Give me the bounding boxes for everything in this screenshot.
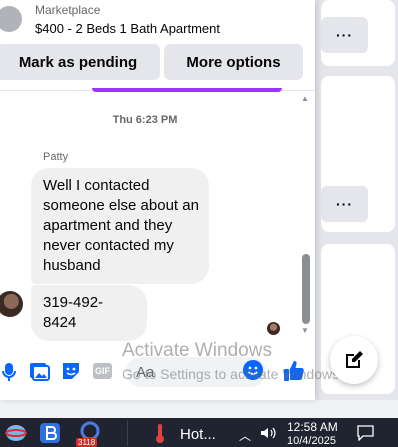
gif-icon[interactable]: GIF (93, 363, 112, 379)
incoming-message-bubble[interactable]: Well I contacted someone else about an a… (31, 168, 209, 284)
more-options-listing-button[interactable]: More options (164, 44, 303, 80)
incoming-message-bubble[interactable]: 319-492-8424 (31, 285, 147, 341)
speaker-icon[interactable] (260, 426, 277, 440)
weather-label[interactable]: Hot... (180, 426, 216, 443)
message-text: 319-492-8424 (43, 294, 104, 331)
sender-name: Patty (43, 151, 69, 163)
thermometer-icon[interactable] (148, 421, 172, 445)
feed-card: ··· (321, 0, 395, 66)
message-composer: GIF (0, 350, 315, 400)
message-line: someone else about an (43, 197, 199, 214)
feed-card: ··· (321, 76, 395, 232)
browser-b-icon[interactable] (38, 421, 62, 445)
clock-date[interactable]: 10/4/2025 (287, 435, 336, 447)
clock-time[interactable]: 12:58 AM (287, 420, 338, 434)
new-message-button[interactable] (330, 336, 378, 384)
scrollbar-thumb[interactable] (302, 254, 310, 324)
listing-title[interactable]: $400 - 2 Beds 1 Bath Apartment (35, 21, 220, 36)
notification-icon[interactable] (357, 425, 374, 441)
microphone-icon[interactable] (0, 360, 20, 382)
previous-message-bubble-edge (92, 88, 282, 92)
compose-icon (346, 351, 363, 368)
more-options-button[interactable]: ··· (321, 186, 368, 222)
scroll-up-arrow-icon[interactable]: ▲ (301, 94, 309, 103)
seen-receipt-avatar (267, 322, 280, 335)
message-timestamp: Thu 6:23 PM (112, 114, 178, 126)
photo-icon[interactable] (28, 360, 50, 382)
message-line: never contacted my (43, 237, 174, 254)
sender-avatar[interactable] (0, 291, 23, 317)
app-with-badge[interactable]: 3118 (76, 421, 104, 447)
more-options-button[interactable]: ··· (321, 17, 368, 53)
listing-thumbnail[interactable] (0, 6, 22, 32)
message-line: apartment and they (43, 217, 173, 234)
chevron-up-icon[interactable]: ︿ (239, 427, 251, 444)
listing-source: Marketplace (35, 3, 101, 17)
scroll-down-arrow-icon[interactable]: ▼ (301, 326, 309, 335)
emoji-icon[interactable] (242, 359, 264, 381)
notification-badge: 3118 (76, 438, 98, 447)
chat-window: Marketplace $400 - 2 Beds 1 Bath Apartme… (0, 0, 315, 400)
sticker-icon[interactable] (60, 360, 82, 382)
thumbs-up-icon[interactable] (282, 359, 306, 383)
taskbar-divider (127, 420, 128, 446)
mark-as-pending-button[interactable]: Mark as pending (0, 44, 160, 80)
windows-taskbar: 3118 Hot... ︿ 12:58 AM 10/4/2025 (0, 418, 398, 447)
message-line: Well I contacted (43, 177, 150, 194)
listing-header: Marketplace $400 - 2 Beds 1 Bath Apartme… (0, 0, 315, 91)
app-icon[interactable] (4, 421, 28, 445)
message-line: husband (43, 257, 101, 274)
